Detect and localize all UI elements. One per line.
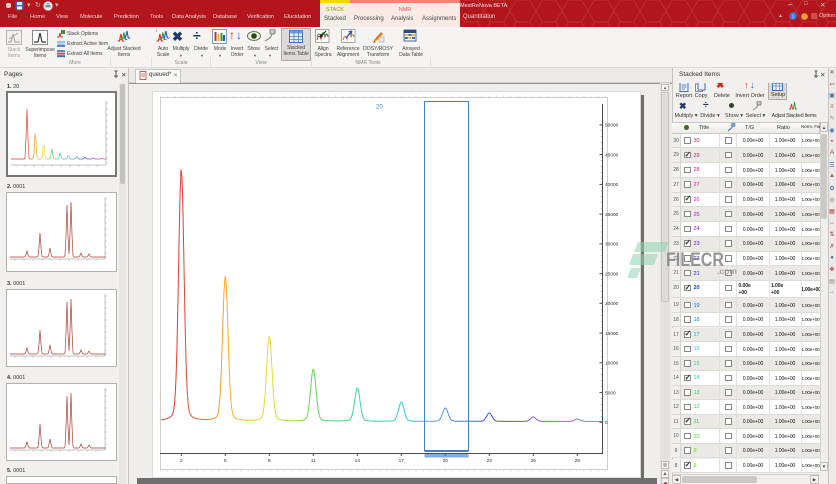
svg-text:8: 8 — [268, 458, 271, 464]
svg-text:26: 26 — [531, 458, 537, 464]
svg-text:15000: 15000 — [605, 331, 619, 337]
svg-text:29: 29 — [575, 458, 581, 464]
svg-text:5: 5 — [224, 458, 227, 464]
svg-text:14: 14 — [355, 458, 361, 464]
svg-text:17: 17 — [399, 458, 405, 464]
svg-text:11: 11 — [311, 458, 316, 464]
svg-text:10000: 10000 — [605, 361, 619, 367]
svg-text:i: i — [792, 14, 793, 20]
svg-text:50000: 50000 — [605, 123, 619, 129]
svg-text:5000: 5000 — [605, 390, 616, 396]
svg-text:0: 0 — [605, 420, 608, 426]
svg-text:45000: 45000 — [605, 152, 619, 158]
svg-text:20000: 20000 — [605, 301, 619, 307]
svg-text:20: 20 — [443, 458, 449, 464]
svg-text:30000: 30000 — [605, 242, 619, 248]
svg-text:20: 20 — [376, 105, 383, 111]
svg-text:2: 2 — [180, 458, 183, 464]
svg-text:23: 23 — [487, 458, 493, 464]
svg-text:35000: 35000 — [605, 212, 619, 218]
svg-text:40000: 40000 — [605, 182, 619, 188]
svg-text:25000: 25000 — [605, 271, 619, 277]
